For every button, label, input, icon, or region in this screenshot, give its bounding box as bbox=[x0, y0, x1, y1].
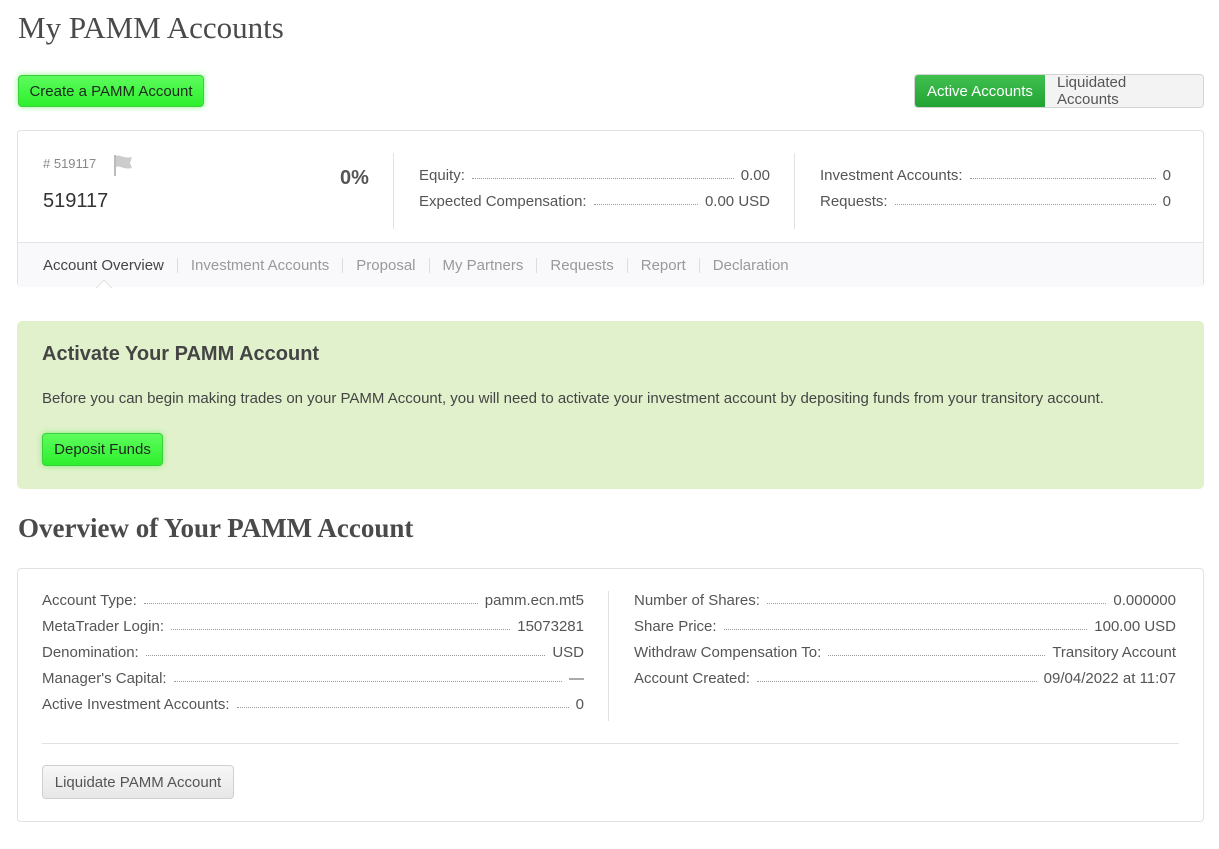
divider bbox=[608, 591, 609, 721]
withdraw-compensation-to-row: Withdraw Compensation To: Transitory Acco… bbox=[634, 644, 1176, 661]
equity-label: Equity: bbox=[419, 167, 465, 184]
manager-s-capital-row: Manager's Capital: — bbox=[42, 670, 584, 687]
withdraw-compensation-to-label: Withdraw Compensation To: bbox=[634, 644, 822, 661]
liquidate-pamm-account-button[interactable]: Liquidate PAMM Account bbox=[42, 765, 234, 799]
account-status-toggle: Active Accounts Liquidated Accounts bbox=[914, 74, 1204, 108]
share-price-value: 100.00 USD bbox=[1094, 618, 1176, 635]
denomination-row: Denomination: USD bbox=[42, 644, 584, 661]
tab-my-partners[interactable]: My Partners bbox=[428, 257, 537, 273]
create-pamm-account-button[interactable]: Create a PAMM Account bbox=[18, 75, 204, 107]
account-type-row: Account Type: pamm.ecn.mt5 bbox=[42, 592, 584, 609]
requests-value: 0 bbox=[1162, 193, 1171, 210]
active-investment-accounts-label: Active Investment Accounts: bbox=[42, 696, 230, 713]
active-investment-accounts-row: Active Investment Accounts: 0 bbox=[42, 696, 584, 713]
investment-accounts-value: 0 bbox=[1162, 167, 1171, 184]
account-created-label: Account Created: bbox=[634, 670, 750, 687]
account-type-value: pamm.ecn.mt5 bbox=[484, 592, 584, 609]
tab-requests[interactable]: Requests bbox=[536, 257, 626, 273]
withdraw-compensation-to-value: Transitory Account bbox=[1052, 644, 1176, 661]
metatrader-login-value: 15073281 bbox=[517, 618, 584, 635]
requests-label: Requests: bbox=[820, 193, 888, 210]
equity-row: Equity: 0.00 bbox=[419, 167, 770, 184]
account-summary-card: # 519117 519117 0% Equity: 0.00 Expected… bbox=[17, 130, 1204, 297]
tab-account-overview[interactable]: Account Overview bbox=[43, 258, 177, 273]
expected-compensation-row: Expected Compensation: 0.00 USD bbox=[419, 193, 770, 210]
number-of-shares-label: Number of Shares: bbox=[634, 592, 760, 609]
account-number: 519117 bbox=[43, 190, 109, 212]
equity-value: 0.00 bbox=[740, 167, 770, 184]
account-created-row: Account Created: 09/04/2022 at 11:07 bbox=[634, 670, 1176, 687]
overview-card: Account Type: pamm.ecn.mt5 MetaTrader Logi… bbox=[17, 568, 1204, 822]
account-tabs: Account Overview Investment Accounts Pro… bbox=[18, 242, 1203, 297]
investment-accounts-row: Investment Accounts: 0 bbox=[820, 167, 1171, 184]
deposit-funds-button[interactable]: Deposit Funds bbox=[42, 433, 163, 466]
expected-compensation-value: 0.00 USD bbox=[704, 193, 770, 210]
share-price-label: Share Price: bbox=[634, 618, 717, 635]
account-percent: 0% bbox=[340, 167, 369, 189]
alert-title: Activate Your PAMM Account bbox=[42, 343, 320, 365]
denomination-value: USD bbox=[552, 644, 584, 661]
requests-row: Requests: 0 bbox=[820, 193, 1171, 210]
liquidated-accounts-button[interactable]: Liquidated Accounts bbox=[1045, 75, 1203, 107]
tab-declaration[interactable]: Declaration bbox=[698, 257, 802, 273]
metatrader-login-label: MetaTrader Login: bbox=[42, 618, 165, 635]
metatrader-login-row: MetaTrader Login: 15073281 bbox=[42, 618, 584, 635]
tab-investment-accounts[interactable]: Investment Accounts bbox=[176, 257, 342, 273]
active-accounts-button[interactable]: Active Accounts bbox=[915, 75, 1045, 107]
investment-accounts-label: Investment Accounts: bbox=[820, 167, 963, 184]
share-price-row: Share Price: 100.00 USD bbox=[634, 618, 1176, 635]
number-of-shares-value: 0.000000 bbox=[1113, 592, 1176, 609]
overview-title: Overview of Your PAMM Account bbox=[18, 513, 414, 543]
activate-alert: Activate Your PAMM Account Before you ca… bbox=[17, 321, 1204, 489]
tab-proposal[interactable]: Proposal bbox=[342, 257, 428, 273]
account-type-label: Account Type: bbox=[42, 592, 137, 609]
account-created-value: 09/04/2022 at 11:07 bbox=[1043, 670, 1176, 687]
expected-compensation-label: Expected Compensation: bbox=[419, 193, 587, 210]
number-of-shares-row: Number of Shares: 0.000000 bbox=[634, 592, 1176, 609]
manager-s-capital-label: Manager's Capital: bbox=[42, 670, 167, 687]
divider bbox=[42, 743, 1179, 744]
account-number-label: # 519117 bbox=[43, 156, 97, 171]
active-tab-caret bbox=[95, 279, 113, 297]
active-investment-accounts-value: 0 bbox=[575, 696, 584, 713]
alert-text: Before you can begin making trades on yo… bbox=[42, 390, 1104, 407]
divider bbox=[393, 153, 394, 229]
tab-report[interactable]: Report bbox=[626, 257, 699, 273]
divider bbox=[794, 153, 795, 229]
denomination-label: Denomination: bbox=[42, 644, 139, 661]
page-title: My PAMM Accounts bbox=[18, 10, 284, 45]
flag-icon[interactable] bbox=[112, 153, 134, 177]
manager-s-capital-value: — bbox=[569, 670, 584, 687]
